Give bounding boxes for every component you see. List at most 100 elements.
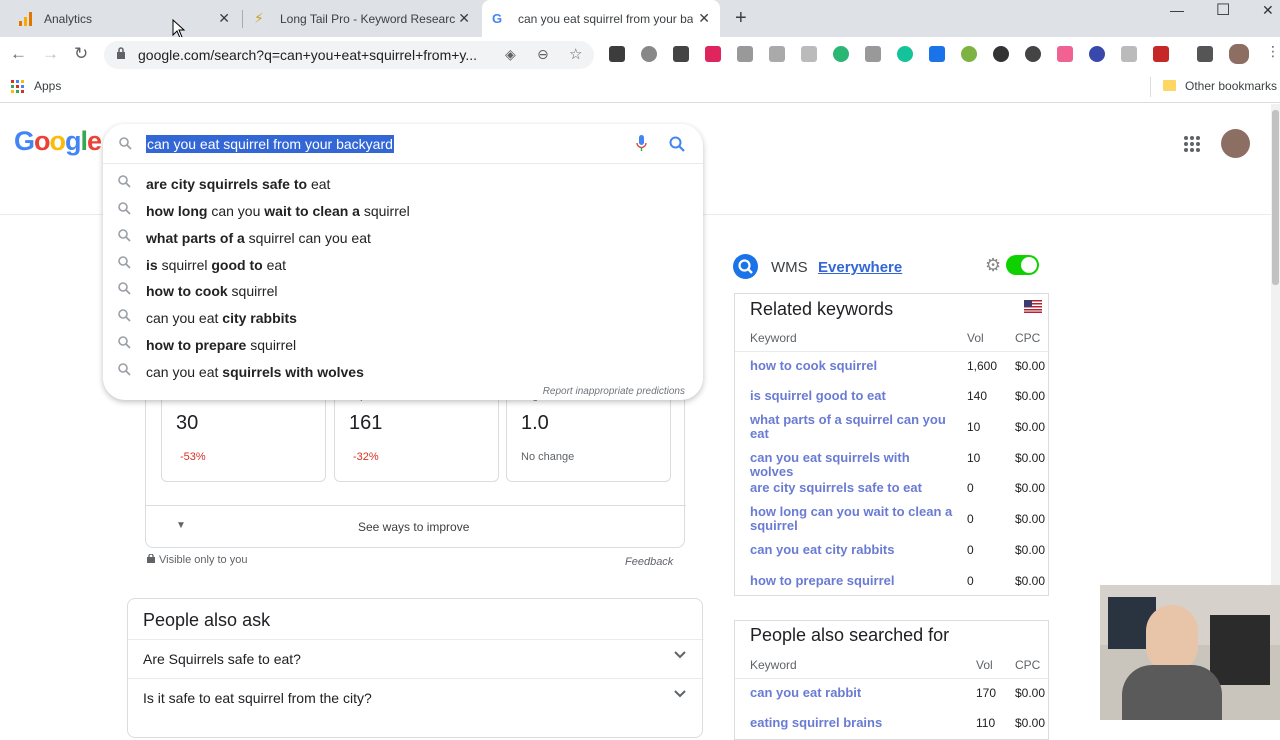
google-logo[interactable]: Google <box>14 126 102 157</box>
keyword-link[interactable]: is squirrel good to eat <box>750 389 955 403</box>
account-avatar[interactable] <box>1221 129 1250 158</box>
reading-list-icon[interactable] <box>1197 46 1213 62</box>
extension-m-icon[interactable] <box>609 46 625 62</box>
tab-long-tail-pro[interactable]: ⚡ Long Tail Pro - Keyword Research ✕ <box>244 0 480 37</box>
extension-settings-icon[interactable] <box>1025 46 1041 62</box>
tab-google-search[interactable]: G can you eat squirrel from your backyar… <box>482 0 720 37</box>
long-tail-pro-icon: ⚡ <box>254 10 264 26</box>
extension-wj-icon[interactable] <box>769 46 785 62</box>
extension-amz-icon[interactable] <box>801 46 817 62</box>
report-predictions-link[interactable]: Report inappropriate predictions <box>543 386 685 397</box>
people-also-ask: People also ask Are Squirrels safe to ea… <box>127 598 704 738</box>
wms-everywhere-link[interactable]: Everywhere <box>818 259 902 276</box>
suggestion-item[interactable]: what parts of a squirrel can you eat <box>103 225 703 251</box>
suggestion-text: what parts of a squirrel can you eat <box>146 230 371 246</box>
paa-question[interactable]: Are Squirrels safe to eat? <box>128 639 704 678</box>
close-window-icon[interactable]: ✕ <box>1262 2 1274 19</box>
other-bookmarks[interactable]: Other bookmarks <box>1185 79 1277 93</box>
close-icon[interactable]: ✕ <box>458 11 470 25</box>
extension-w-icon[interactable] <box>673 46 689 62</box>
extension-search-icon[interactable] <box>1089 46 1105 62</box>
browser-toolbar: ← → ↻ google.com/search?q=can+you+eat+sq… <box>0 37 1280 71</box>
keyword-link[interactable]: can you eat squirrels with wolves <box>750 451 955 479</box>
keyword-volume: 10 <box>967 451 981 465</box>
suggestion-item[interactable]: how to prepare squirrel <box>103 332 703 358</box>
search-icon <box>118 336 131 349</box>
google-apps-icon[interactable] <box>1184 136 1200 157</box>
see-ways-to-improve[interactable]: ▼ See ways to improve <box>146 505 686 547</box>
extension-grammarly-icon[interactable] <box>897 46 913 62</box>
search-icon <box>119 137 132 150</box>
chevron-down-icon <box>674 690 686 698</box>
minimize-icon[interactable]: — <box>1170 2 1184 18</box>
tab-strip: Analytics ✕ ⚡ Long Tail Pro - Keyword Re… <box>0 0 1280 39</box>
new-tab-button[interactable]: + <box>735 8 747 28</box>
suggestion-text: are city squirrels safe to eat <box>146 176 330 192</box>
suggestion-fragment: squirrel can you eat <box>244 230 371 246</box>
reload-icon[interactable]: ↻ <box>74 44 88 64</box>
extension-pocket-icon[interactable] <box>705 46 721 62</box>
keyword-volume: 10 <box>967 420 981 434</box>
lock-icon <box>117 47 125 59</box>
extension-7-icon[interactable] <box>1153 46 1169 62</box>
extension-gear-icon[interactable] <box>641 46 657 62</box>
suggestion-item[interactable]: how to cook squirrel <box>103 278 703 304</box>
extension-camera-icon[interactable] <box>865 46 881 62</box>
suggestion-fragment: how long <box>146 203 208 219</box>
address-bar[interactable]: google.com/search?q=can+you+eat+squirrel… <box>104 41 594 69</box>
menu-dots-icon[interactable]: ⋮ <box>1266 43 1280 60</box>
lock-icon <box>147 553 155 563</box>
enable-toggle[interactable] <box>1006 255 1039 275</box>
visible-only-text: Visible only to you <box>159 554 248 566</box>
extension-link-icon[interactable] <box>961 46 977 62</box>
close-icon[interactable]: ✕ <box>218 11 230 25</box>
suggestion-item[interactable]: are city squirrels safe to eat <box>103 171 703 197</box>
zoom-icon[interactable]: ⊖ <box>537 46 549 63</box>
forward-arrow-icon[interactable]: → <box>42 44 59 64</box>
suggestion-item[interactable]: how long can you wait to clean a squirre… <box>103 198 703 224</box>
keyword-link[interactable]: how long can you wait to clean a squirre… <box>750 505 955 533</box>
suggestion-fragment: squirrel <box>246 337 297 353</box>
close-icon[interactable]: ✕ <box>698 11 710 25</box>
apps-grid-icon[interactable] <box>11 80 24 93</box>
star-bookmark-icon[interactable]: ☆ <box>569 45 582 63</box>
suggestion-text: how long can you wait to clean a squirre… <box>146 203 410 219</box>
keyword-link[interactable]: what parts of a squirrel can you eat <box>750 413 955 441</box>
keyword-volume: 0 <box>967 574 974 588</box>
suggestion-item[interactable]: can you eat squirrels with wolves <box>103 359 703 385</box>
keyword-link[interactable]: are city squirrels safe to eat <box>750 481 955 495</box>
keyword-link[interactable]: can you eat city rabbits <box>750 543 955 557</box>
scrollbar-thumb[interactable] <box>1272 110 1279 285</box>
keyword-link[interactable]: how to prepare squirrel <box>750 574 955 588</box>
suggestion-item[interactable]: can you eat city rabbits <box>103 305 703 331</box>
suggestion-item[interactable]: is squirrel good to eat <box>103 252 703 278</box>
back-arrow-icon[interactable]: ← <box>10 44 27 64</box>
suggestion-fragment: eat <box>262 257 287 273</box>
keyword-link[interactable]: can you eat rabbit <box>750 686 955 700</box>
location-icon[interactable]: ◈ <box>505 46 516 63</box>
keyword-link[interactable]: how to cook squirrel <box>750 359 955 373</box>
tab-analytics[interactable]: Analytics ✕ <box>8 0 240 37</box>
extension-x-icon[interactable] <box>993 46 1009 62</box>
extension-off-icon[interactable] <box>737 46 753 62</box>
microphone-icon[interactable] <box>636 135 647 152</box>
profile-avatar[interactable] <box>1229 44 1249 64</box>
extension-t-icon[interactable] <box>833 46 849 62</box>
extension-new-icon[interactable] <box>929 46 945 62</box>
maximize-icon[interactable]: ☐ <box>1216 0 1230 20</box>
column-header-cpc: CPC <box>1015 331 1041 345</box>
keyword-cpc: $0.00 <box>1015 716 1046 730</box>
extension-js-icon[interactable] <box>1121 46 1137 62</box>
apps-bookmark[interactable]: Apps <box>34 79 61 93</box>
search-input[interactable]: can you eat squirrel from your backyard <box>146 135 394 153</box>
feedback-link[interactable]: Feedback <box>625 556 673 568</box>
search-submit-icon[interactable] <box>669 136 685 152</box>
keyword-cpc: $0.00 <box>1015 686 1046 700</box>
url-text: google.com/search?q=can+you+eat+squirrel… <box>138 47 478 63</box>
triangle-down-icon: ▼ <box>176 520 186 531</box>
keyword-link[interactable]: eating squirrel brains <box>750 716 955 730</box>
paa-question[interactable]: Is it safe to eat squirrel from the city… <box>128 678 704 717</box>
gear-icon[interactable]: ⚙ <box>985 255 1001 276</box>
page-scrollbar[interactable] <box>1271 104 1280 585</box>
extension-arrow-icon[interactable] <box>1057 46 1073 62</box>
